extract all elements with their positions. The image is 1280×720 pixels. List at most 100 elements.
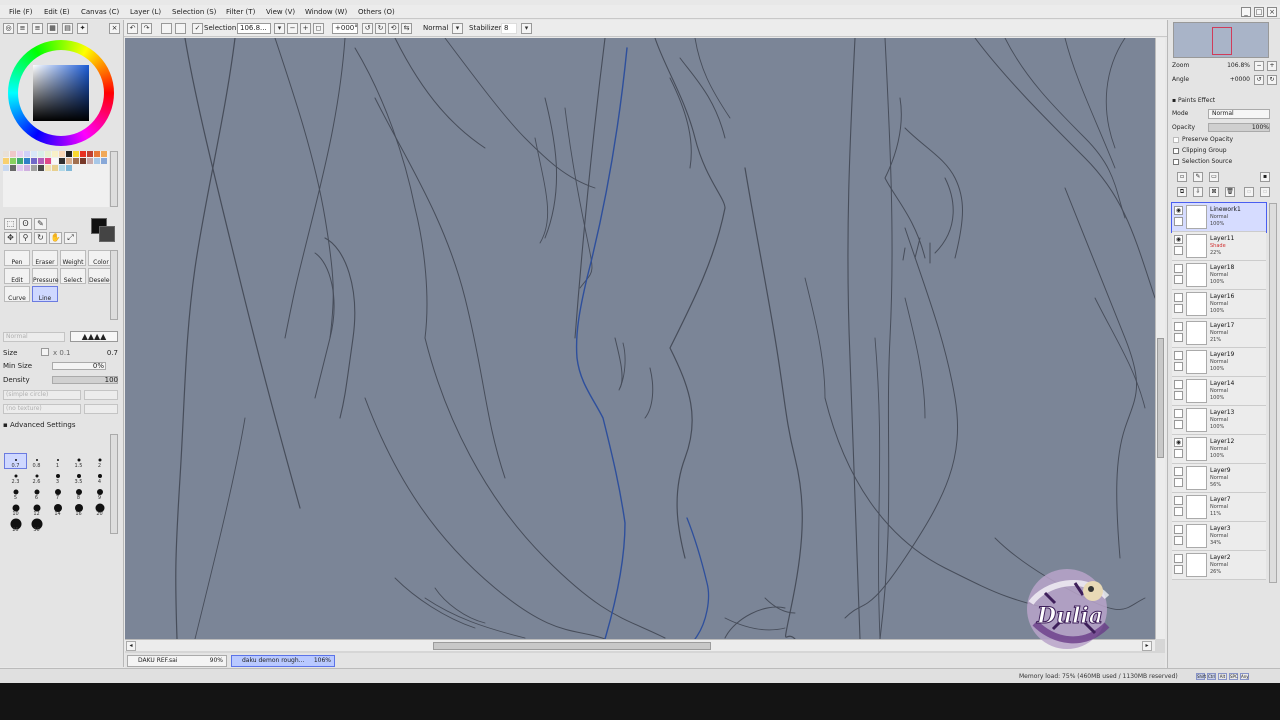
layer-lock-icon[interactable] <box>1174 565 1183 574</box>
layer-visibility-icon[interactable] <box>1174 554 1183 563</box>
color-swatch[interactable] <box>45 158 51 164</box>
brush-size-preset[interactable]: 1.5 <box>68 454 89 469</box>
layer-row[interactable]: Layer13 Normal 100% <box>1172 406 1266 435</box>
color-swatch[interactable] <box>66 165 72 171</box>
move-icon[interactable]: ✥ <box>4 232 17 244</box>
brush-size-preset[interactable]: 2 <box>89 454 110 469</box>
brush-texture-strength[interactable] <box>84 390 118 400</box>
layer-lock-icon[interactable] <box>1174 217 1183 226</box>
layer-visibility-icon[interactable] <box>1174 409 1183 418</box>
zoom-reset-icon[interactable]: ◻ <box>313 23 324 34</box>
new-layer-icon[interactable]: ▫ <box>1177 172 1187 182</box>
nav-zoom-out-icon[interactable]: − <box>1254 61 1264 71</box>
nav-zoom-value[interactable]: 106.8% <box>1216 62 1250 69</box>
tool-eraser[interactable]: Eraser <box>32 250 58 266</box>
zoom-dropdown-icon[interactable]: ▾ <box>274 23 285 34</box>
brush-size-preset[interactable]: 4 <box>89 470 110 485</box>
zoom-in-icon[interactable]: + <box>300 23 311 34</box>
layer-visibility-icon[interactable] <box>1174 351 1183 360</box>
tools-scrollbar[interactable] <box>110 250 118 320</box>
hsv-slider-tab-icon[interactable]: ≡ <box>32 23 43 34</box>
rotate-cw-icon[interactable]: ↻ <box>375 23 386 34</box>
zoom-out-icon[interactable]: − <box>287 23 298 34</box>
layer-row[interactable]: Layer17 Normal 21% <box>1172 319 1266 348</box>
zoom-field[interactable]: 106.8... <box>237 23 271 34</box>
swatches-tab-icon[interactable]: ▦ <box>47 23 58 34</box>
color-swatch[interactable] <box>24 165 30 171</box>
canvas-horizontal-scrollbar[interactable]: ◂ ▸ <box>125 639 1155 651</box>
menu-selection[interactable]: Selection (S) <box>172 8 216 16</box>
menu-view[interactable]: View (V) <box>266 8 295 16</box>
preserve-opacity-checkbox[interactable] <box>1173 137 1179 143</box>
color-swatch[interactable] <box>73 158 79 164</box>
color-swatch[interactable] <box>3 158 9 164</box>
brush-size-preset[interactable]: 1 <box>47 454 68 469</box>
layer-row[interactable]: Layer19 Normal 100% <box>1172 348 1266 377</box>
layer-lock-icon[interactable] <box>1174 449 1183 458</box>
brush-size-preset[interactable]: 0.8 <box>26 454 47 469</box>
color-swatch[interactable] <box>80 151 86 157</box>
rotation-field[interactable]: +000° <box>332 23 358 34</box>
eyedropper-icon[interactable]: ⤢ <box>64 232 77 244</box>
layer-mask-icon[interactable]: ▫ <box>1244 187 1254 197</box>
tool-edit[interactable]: Edit <box>4 268 30 284</box>
brush-size-preset[interactable]: 25 <box>5 518 26 533</box>
brush-size-preset[interactable]: 5 <box>5 486 26 501</box>
layer-lock-icon[interactable] <box>1174 362 1183 371</box>
color-swatch[interactable] <box>17 158 23 164</box>
layer-lock-icon[interactable] <box>1174 507 1183 516</box>
layer-visibility-icon[interactable] <box>1174 293 1183 302</box>
brush-size-preset[interactable]: 0.7 <box>4 453 27 469</box>
layer-lock-icon[interactable] <box>1174 304 1183 313</box>
layer-opacity-slider[interactable]: 100% <box>1208 123 1270 132</box>
copy-layer-icon[interactable]: ⧉ <box>1177 187 1187 197</box>
color-swatch[interactable] <box>38 151 44 157</box>
marquee-select-icon[interactable]: ⬚ <box>4 218 17 230</box>
color-swatch[interactable] <box>59 165 65 171</box>
color-swatch[interactable] <box>31 165 37 171</box>
layer-panel-menu-icon[interactable]: ▪ <box>1260 172 1270 182</box>
presets-scrollbar[interactable] <box>110 434 118 534</box>
layer-visibility-icon[interactable] <box>1174 467 1183 476</box>
navigator-preview[interactable] <box>1173 22 1269 58</box>
color-swatch[interactable] <box>24 158 30 164</box>
advanced-settings-toggle[interactable]: ▪ Advanced Settings <box>3 421 76 429</box>
color-swatch[interactable] <box>31 151 37 157</box>
canvas-horizontal-scroll-thumb[interactable] <box>433 642 711 650</box>
color-swatch[interactable] <box>24 151 30 157</box>
brush-size-preset[interactable]: 2.3 <box>5 470 26 485</box>
paints-effect-toggle[interactable]: ▪ Paints Effect <box>1172 97 1215 104</box>
layer-visibility-icon[interactable]: ◉ <box>1174 235 1183 244</box>
nav-angle-value[interactable]: +0000 <box>1216 76 1250 83</box>
brush-size-preset[interactable]: 12 <box>26 502 47 517</box>
color-swatch[interactable] <box>94 151 100 157</box>
doc-tab-daku-demon-rough[interactable]: daku demon rough... 106% <box>231 655 335 667</box>
nav-rotate-cw-icon[interactable]: ↻ <box>1267 75 1277 85</box>
size-value[interactable]: 0.7 <box>100 349 118 357</box>
brush-mode-select[interactable]: Normal <box>3 332 65 342</box>
layer-mode-select[interactable]: Normal <box>1208 109 1270 119</box>
size-lock-checkbox[interactable] <box>41 348 49 356</box>
rotate-reset-icon[interactable]: ⟲ <box>388 23 399 34</box>
tool-curve[interactable]: Curve <box>4 286 30 302</box>
tool-line[interactable]: Line <box>32 286 58 302</box>
color-swatch[interactable] <box>38 165 44 171</box>
color-swatch[interactable] <box>3 165 9 171</box>
close-button[interactable]: × <box>1267 7 1277 17</box>
menu-layer[interactable]: Layer (L) <box>130 8 161 16</box>
menu-others[interactable]: Others (O) <box>358 8 395 16</box>
blend-mode-select[interactable]: Normal <box>423 24 448 32</box>
menu-edit[interactable]: Edit (E) <box>44 8 70 16</box>
layer-lock-icon[interactable] <box>1174 333 1183 342</box>
rotate-icon[interactable]: ↻ <box>34 232 47 244</box>
layer-list-scrollbar[interactable] <box>1269 203 1277 583</box>
clear-layer-icon[interactable]: ⊠ <box>1209 187 1219 197</box>
apply-mask-icon[interactable]: ▫ <box>1260 187 1270 197</box>
tool-pressure[interactable]: Pressure <box>32 268 59 284</box>
layer-visibility-icon[interactable]: ◉ <box>1174 206 1183 215</box>
color-wheel-tab-icon[interactable]: ◎ <box>3 23 14 34</box>
maximize-button[interactable]: □ <box>1254 7 1264 17</box>
size-multiplier[interactable]: x 0.1 <box>53 349 71 357</box>
brush-size-preset[interactable]: 7 <box>47 486 68 501</box>
layer-row[interactable]: ◉ Layer12 Normal 100% <box>1172 435 1266 464</box>
